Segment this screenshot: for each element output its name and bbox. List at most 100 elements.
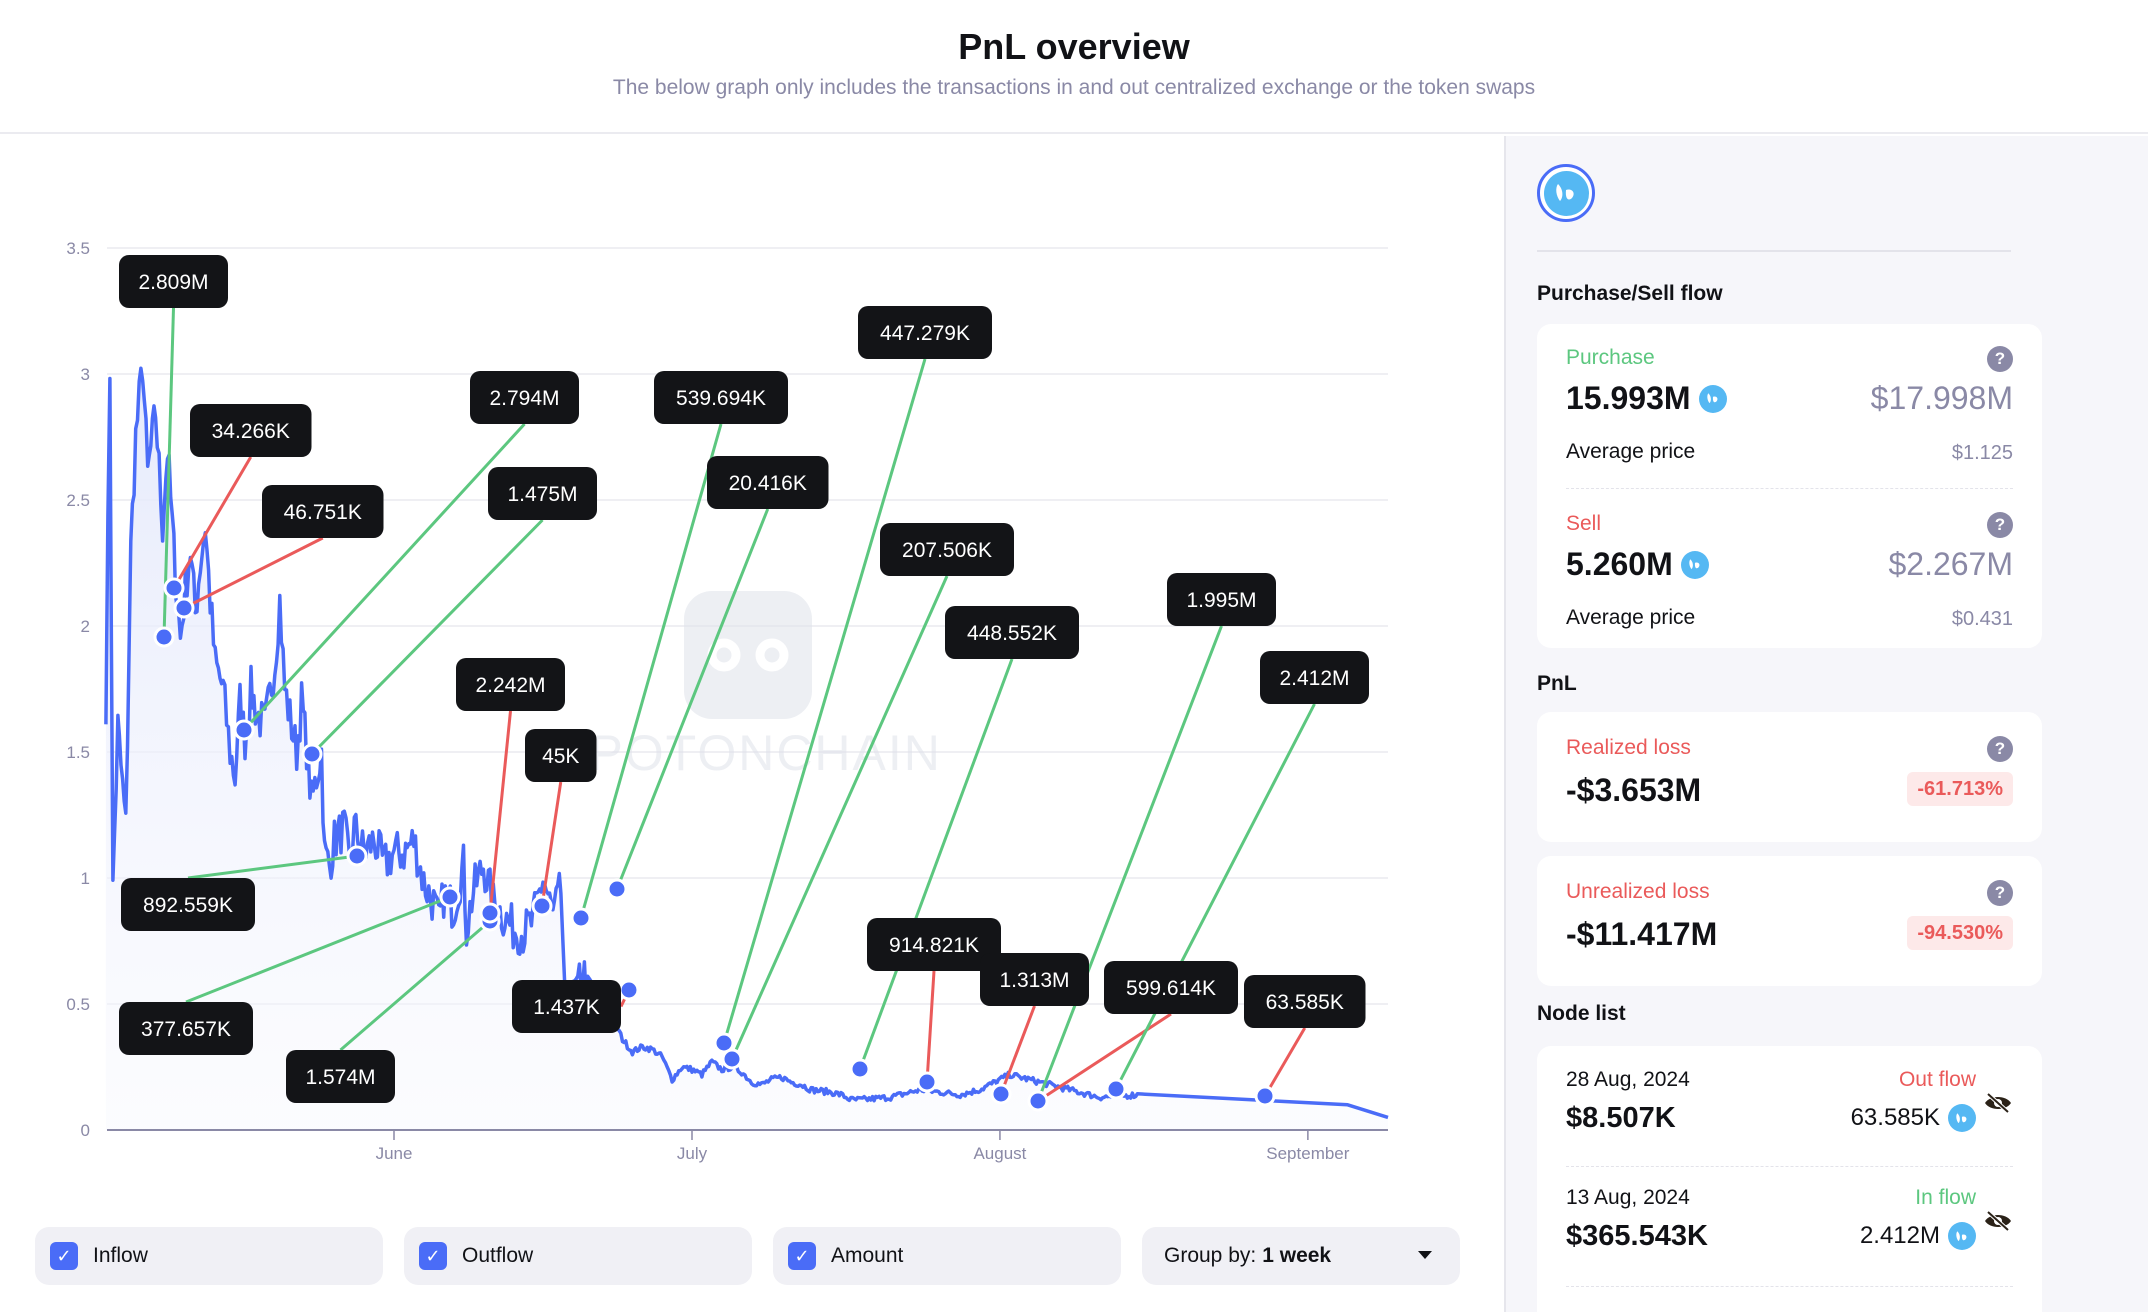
annotation-label[interactable]: 63.585K (1244, 975, 1366, 1028)
node-amount: 63.585K (1851, 1104, 1976, 1132)
outflow-point[interactable] (618, 979, 640, 1001)
eye-slash-icon[interactable] (1983, 1210, 2013, 1232)
sell-usd: $2.267M (1888, 546, 2013, 582)
inflow-point[interactable] (1105, 1078, 1127, 1100)
annotation-label[interactable]: 599.614K (1104, 961, 1238, 1014)
node-list-item[interactable]: 13 Aug, 2024 In flow $365.543K 2.412M (1537, 1166, 2042, 1287)
annotation-label[interactable]: 892.559K (121, 878, 255, 931)
y-tick-label: 3 (81, 365, 90, 384)
annotation-label-text: 63.585K (1266, 991, 1344, 1014)
help-icon[interactable]: ? (1987, 880, 2013, 906)
pnl-chart[interactable]: 0 0.5 1 1.5 2 2.5 3 3.5 SPOTONCHAIN June July Augus… (0, 136, 1504, 1216)
realized-loss-card: Realized loss ? -$3.653M -61.713% (1537, 712, 2042, 842)
node-date: 28 Aug, 2024 (1566, 1068, 1690, 1091)
help-icon[interactable]: ? (1987, 346, 2013, 372)
annotation-label[interactable]: 2.412M (1260, 651, 1369, 704)
outflow-point[interactable] (1027, 1090, 1049, 1112)
inflow-toggle[interactable]: ✓ Inflow (35, 1227, 383, 1285)
annotation-label-text: 46.751K (284, 501, 362, 524)
annotation-label[interactable]: 34.266K (190, 404, 312, 457)
inflow-point[interactable] (301, 743, 323, 765)
amount-checkbox[interactable]: ✓ (788, 1242, 816, 1270)
purchase-avg-price: $1.125 (1951, 442, 2013, 464)
token-icon (1948, 1222, 1976, 1250)
annotation-label[interactable]: 2.794M (470, 371, 579, 424)
annotation-label-text: 2.412M (1279, 667, 1349, 690)
node-list-item[interactable]: 28 Aug, 2024 Out flow $8.507K 63.585K (1537, 1046, 2042, 1167)
outflow-point[interactable] (1254, 1085, 1276, 1107)
group-by-label: Group by: (1164, 1244, 1257, 1267)
token-logo-icon (1537, 164, 1595, 222)
annotation-label[interactable]: 1.475M (488, 467, 597, 520)
realized-label: Realized loss (1566, 736, 1691, 759)
watermark-text: SPOTONCHAIN (554, 725, 942, 781)
annotation-label[interactable]: 1.995M (1167, 573, 1276, 626)
eye-slash-icon[interactable] (1983, 1092, 2013, 1114)
outflow-point[interactable] (163, 577, 185, 599)
outflow-point[interactable] (531, 895, 553, 917)
annotation-label[interactable]: 447.279K (858, 306, 992, 359)
purchase-sell-card: Purchase ? 15.993M $17.998M Average pric… (1537, 324, 2042, 648)
inflow-point[interactable] (606, 878, 628, 900)
outflow-toggle[interactable]: ✓ Outflow (404, 1227, 752, 1285)
annotation-label-text: 914.821K (889, 934, 979, 957)
x-tick-label: September (1266, 1144, 1349, 1163)
y-tick-label: 2 (81, 617, 90, 636)
inflow-point[interactable] (849, 1058, 871, 1080)
annotation-label-text: 448.552K (967, 622, 1057, 645)
y-tick-label: 0 (81, 1121, 90, 1140)
inflow-connector (310, 518, 544, 756)
unrealized-pct-badge: -94.530% (1907, 916, 2013, 950)
annotation-label-text: 207.506K (902, 539, 992, 562)
node-usd: $365.543K (1566, 1220, 1708, 1252)
node-amount: 2.412M (1860, 1222, 1976, 1250)
sell-amount-value: 5.260M (1566, 546, 1673, 582)
inflow-connector (1036, 625, 1223, 1102)
annotation-label[interactable]: 20.416K (707, 456, 829, 509)
node-amount-value: 63.585K (1850, 1104, 1940, 1131)
outflow-connector (1263, 1027, 1307, 1097)
unrealized-label: Unrealized loss (1566, 880, 1710, 903)
annotation-label[interactable]: 539.694K (654, 371, 788, 424)
outflow-point[interactable] (990, 1083, 1012, 1105)
inflow-point[interactable] (570, 907, 592, 929)
annotation-label[interactable]: 45K (525, 729, 597, 782)
help-icon[interactable]: ? (1987, 736, 2013, 762)
annotation-label-text: 2.242M (475, 674, 545, 697)
node-flow-type: In flow (1915, 1186, 1976, 1209)
sell-avg-label: Average price (1566, 606, 1696, 629)
outflow-point[interactable] (916, 1071, 938, 1093)
outflow-connector (488, 710, 512, 914)
annotation-label-text: 2.809M (138, 271, 208, 294)
outflow-point[interactable] (479, 902, 501, 924)
annotation-label-text: 599.614K (1126, 977, 1216, 1000)
annotation-label[interactable]: 46.751K (262, 485, 384, 538)
inflow-point[interactable] (153, 626, 175, 648)
inflow-checkbox[interactable]: ✓ (50, 1242, 78, 1270)
inflow-point[interactable] (233, 719, 255, 741)
node-amount-value: 2.412M (1859, 1222, 1940, 1249)
annotation-label[interactable]: 377.657K (119, 1002, 253, 1055)
help-icon[interactable]: ? (1987, 512, 2013, 538)
inflow-point[interactable] (439, 886, 461, 908)
inflow-point[interactable] (346, 845, 368, 867)
annotation-label[interactable]: 1.574M (286, 1050, 395, 1103)
amount-toggle[interactable]: ✓ Amount (773, 1227, 1121, 1285)
group-by-select[interactable]: Group by: 1 week (1142, 1227, 1460, 1285)
page-title: PnL overview (958, 26, 1190, 67)
chart-controls: ✓ Inflow ✓ Outflow ✓ Amount Group by: 1 … (0, 1227, 1504, 1285)
node-usd: $8.507K (1566, 1102, 1676, 1134)
outflow-point[interactable] (173, 597, 195, 619)
annotation-label[interactable]: 2.809M (119, 255, 228, 308)
outflow-checkbox[interactable]: ✓ (419, 1242, 447, 1270)
annotation-label[interactable]: 1.437K (512, 980, 621, 1033)
annotation-label-text: 20.416K (729, 472, 807, 495)
annotation-label-text: 1.475M (507, 483, 577, 506)
inflow-point[interactable] (721, 1048, 743, 1070)
annotation-label[interactable]: 1.313M (980, 953, 1089, 1006)
annotation-label[interactable]: 448.552K (945, 606, 1079, 659)
card-divider (1566, 488, 2013, 489)
annotation-label[interactable]: 2.242M (456, 658, 565, 711)
annotation-label[interactable]: 207.506K (880, 523, 1014, 576)
sidebar-divider (1537, 250, 2011, 252)
